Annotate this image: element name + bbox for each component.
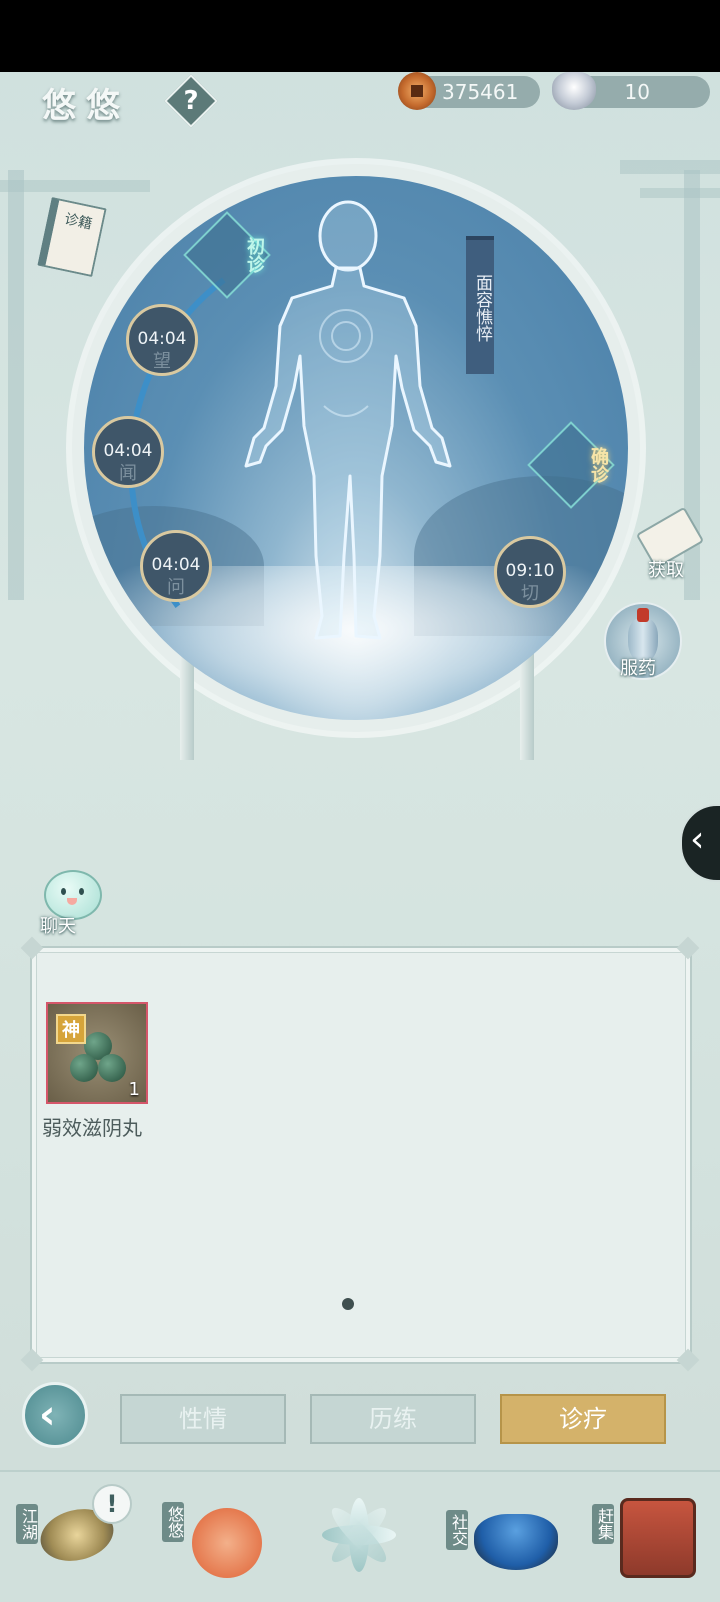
silver-ingot-value: 10 [624,80,650,104]
take-medicine-button[interactable]: 服药 [604,602,682,680]
timer-ask-time: 04:04 [151,555,201,575]
nav-home[interactable] [318,1494,400,1576]
side-panel-toggle[interactable]: ‹ [680,804,720,882]
nav-youyou[interactable]: 悠悠 [158,1480,278,1590]
crane-icon [192,1508,262,1578]
inventory-item[interactable]: 神 1 [46,1002,148,1104]
chat-label: 聊天 [40,916,76,937]
copper-coin-value: 375461 [442,80,519,104]
tab-diagnosis[interactable]: 诊疗 [500,1394,666,1444]
basket-icon [620,1498,696,1578]
help-icon: ? [183,86,199,116]
item-grade-badge: 神 [56,1014,86,1044]
timer-pulse-time: 09:10 [505,561,555,581]
timer-look-time: 04:04 [137,329,187,349]
nav-youyou-label: 悠悠 [162,1502,184,1542]
bowls-icon [474,1514,558,1570]
pill-icon [98,1054,126,1082]
chevron-left-icon: ‹ [690,819,705,860]
timer-ask-char: 问 [167,577,185,598]
nav-market-label: 赶集 [592,1504,614,1544]
obtain-button[interactable]: 获取 [630,506,705,582]
pill-icon [70,1054,98,1082]
alert-icon: ! [92,1484,132,1524]
back-button[interactable]: ‹ [22,1382,88,1448]
stage-confirm-label: 确诊 [588,447,609,483]
copper-coin-counter[interactable]: 375461 [398,72,540,110]
nav-social[interactable]: 社交 [444,1480,564,1590]
character-name: 悠悠 [42,86,130,126]
timer-pulse-char: 切 [521,583,539,604]
stage-initial-label: 初诊 [244,237,265,273]
right-beam [620,160,720,174]
obtain-label: 获取 [648,560,684,581]
symptom-banner: 面容憔悴 [466,236,494,374]
take-medicine-label: 服药 [620,658,656,679]
nav-market[interactable]: 赶集 [590,1480,710,1590]
nav-social-label: 社交 [446,1510,468,1550]
silver-ingot-counter[interactable]: 10 [552,72,710,110]
timer-look-char: 望 [153,351,171,372]
status-bar [0,0,720,72]
timer-pulse[interactable]: 09:10 切 [494,536,566,608]
back-arrow-icon: ‹ [39,1392,56,1438]
tab-training[interactable]: 历练 [310,1394,476,1444]
left-pillar [8,170,24,600]
timer-listen-time: 04:04 [103,441,153,461]
item-quantity: 1 [128,1079,140,1100]
silver-ingot-icon [552,72,596,110]
page-indicator-dot[interactable] [342,1298,354,1310]
timer-listen-char: 闻 [119,463,137,484]
item-name: 弱效滋阴丸 [42,1116,142,1140]
nav-jianghu-label: 江湖 [16,1504,38,1544]
timer-listen[interactable]: 04:04 闻 [92,416,164,488]
timer-look[interactable]: 04:04 望 [126,304,198,376]
copper-coin-icon [398,72,436,110]
help-button[interactable]: ? [164,74,218,128]
tab-personality[interactable]: 性情 [120,1394,286,1444]
symptom-banner-text: 面容憔悴 [472,274,492,342]
right-beam-2 [640,188,720,198]
timer-ask[interactable]: 04:04 问 [140,530,212,602]
